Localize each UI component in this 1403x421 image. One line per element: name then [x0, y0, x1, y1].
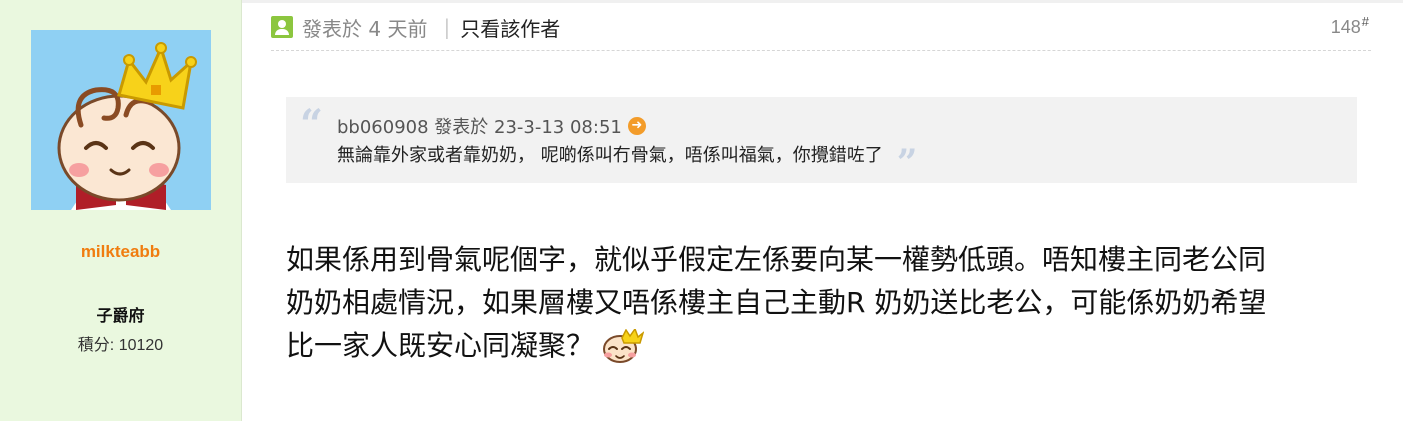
baby-with-crown-avatar-icon	[31, 30, 211, 210]
floor-mark: #	[1361, 14, 1369, 29]
quote-header: bb060908 發表於 23-3-13 08:51 ➜	[337, 113, 646, 139]
quote-text-row: 無論靠外家或者靠奶奶， 呢啲係叫冇骨氣，唔係叫福氣，你攪錯咗了 ”	[337, 141, 917, 181]
author-rank: 子爵府	[96, 306, 145, 325]
floor-number-value: 148	[1330, 17, 1361, 37]
baby-crown-smiley-icon	[600, 327, 645, 375]
content-line: 如果係用到骨氣呢個字，就似乎假定左係要向某一權勢低頭。唔知樓主同老公同	[286, 243, 1267, 276]
content-line-last: 比一家人既安心同凝聚？	[286, 324, 1361, 375]
post-top-border	[242, 0, 1403, 3]
author-points: 積分: 10120	[77, 337, 164, 354]
content-line: 比一家人既安心同凝聚？	[286, 329, 595, 362]
post-content: 如果係用到骨氣呢個字，就似乎假定左係要向某一權勢低頭。唔知樓主同老公同 奶奶相處…	[286, 238, 1361, 375]
content-line: 奶奶相處情況，如果層樓又唔係樓主自己主動R 奶奶送比老公，可能係奶奶希望	[286, 286, 1267, 319]
jump-to-post-icon[interactable]: ➜	[627, 117, 646, 135]
forum-post: milkteabb 子爵府 積分: 10120 發表於 4 天前 | 只看該作者…	[0, 0, 1403, 421]
meta-separator: |	[443, 15, 451, 39]
only-author-link[interactable]: 只看該作者	[460, 13, 560, 42]
quote-header-text: bb060908 發表於 23-3-13 08:51	[337, 117, 622, 138]
user-icon[interactable]	[271, 16, 293, 38]
post-time: 發表於 4 天前	[302, 16, 428, 41]
quote-open-icon: “	[300, 101, 324, 148]
quote-close-icon: ”	[896, 142, 918, 184]
avatar[interactable]	[31, 30, 211, 210]
author-sidebar: milkteabb 子爵府 積分: 10120	[0, 0, 242, 421]
meta-divider	[271, 50, 1371, 51]
quote-text: 無論靠外家或者靠奶奶， 呢啲係叫冇骨氣，唔係叫福氣，你攪錯咗了	[337, 145, 883, 166]
author-username[interactable]: milkteabb	[0, 242, 241, 262]
post-meta: 發表於 4 天前 | 只看該作者	[271, 12, 560, 42]
quote-block: “ bb060908 發表於 23-3-13 08:51 ➜ 無論靠外家或者靠奶…	[286, 97, 1357, 183]
floor-number[interactable]: 148#	[1331, 14, 1369, 38]
